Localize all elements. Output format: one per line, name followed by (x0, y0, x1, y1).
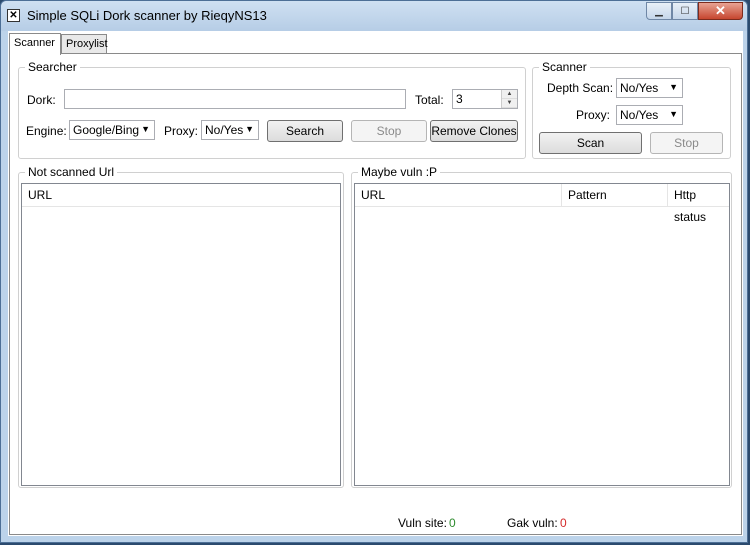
scanner-proxy-value: No/Yes (620, 108, 659, 122)
client-area: Scanner Proxylist Searcher Dork: Total: … (8, 31, 743, 536)
column-header-pattern[interactable]: Pattern (562, 184, 668, 206)
searcher-legend: Searcher (25, 60, 80, 74)
search-button[interactable]: Search (267, 120, 343, 142)
dork-input[interactable] (64, 89, 406, 109)
tab-proxylist[interactable]: Proxylist (61, 34, 108, 54)
searcher-group: Searcher Dork: Total: 3 ▲ ▼ Engine: Goog… (18, 60, 526, 159)
not-scanned-group: Not scanned Url URL (18, 165, 344, 488)
search-stop-button[interactable]: Stop (351, 120, 427, 142)
gak-vuln-count: 0 (560, 516, 567, 530)
spin-down-icon[interactable]: ▼ (502, 99, 517, 108)
window-controls: ▁ ☐ ✕ (646, 2, 743, 20)
total-label: Total: (415, 93, 444, 107)
dork-label: Dork: (27, 93, 56, 107)
proxy-label: Proxy: (164, 124, 199, 138)
not-scanned-list-header: URL (22, 184, 340, 207)
close-icon[interactable]: ✕ (698, 2, 743, 20)
scanner-proxy-select[interactable]: No/Yes ▼ (616, 105, 683, 125)
total-value: 3 (456, 92, 463, 106)
depth-scan-value: No/Yes (620, 81, 659, 95)
total-spinner[interactable]: 3 ▲ ▼ (452, 89, 518, 109)
scan-stop-button[interactable]: Stop (650, 132, 723, 154)
maybe-vuln-list[interactable]: URL Pattern Http status (354, 183, 730, 486)
chevron-down-icon: ▼ (245, 124, 254, 134)
column-header-url[interactable]: URL (355, 184, 562, 206)
engine-label: Engine: (26, 124, 67, 138)
vuln-site-count: 0 (449, 516, 456, 530)
chevron-down-icon: ▼ (669, 82, 678, 92)
depth-scan-label: Depth Scan: (547, 81, 614, 95)
column-header-http-status[interactable]: Http status (668, 184, 729, 224)
title-bar[interactable]: ✕ Simple SQLi Dork scanner by RieqyNS13 … (1, 1, 747, 31)
scanner-proxy-label: Proxy: (576, 108, 611, 122)
remove-clones-button[interactable]: Remove Clones (430, 120, 518, 142)
not-scanned-list[interactable]: URL (21, 183, 341, 486)
scanner-group: Scanner Depth Scan: No/Yes ▼ Proxy: No/Y… (532, 60, 731, 159)
proxy-value: No/Yes (205, 123, 244, 137)
depth-scan-select[interactable]: No/Yes ▼ (616, 78, 683, 98)
not-scanned-legend: Not scanned Url (25, 165, 118, 179)
proxy-select[interactable]: No/Yes ▼ (201, 120, 259, 140)
gak-vuln-label: Gak vuln: (507, 516, 558, 530)
engine-select[interactable]: Google/Bing ▼ (69, 120, 155, 140)
app-window: ✕ Simple SQLi Dork scanner by RieqyNS13 … (0, 0, 748, 543)
scan-button[interactable]: Scan (539, 132, 642, 154)
chevron-down-icon: ▼ (141, 124, 150, 134)
spinner-buttons[interactable]: ▲ ▼ (501, 90, 517, 108)
scanner-legend: Scanner (539, 60, 590, 74)
app-icon: ✕ (7, 9, 20, 22)
window-title: Simple SQLi Dork scanner by RieqyNS13 (27, 8, 267, 23)
scanner-tab-panel: Searcher Dork: Total: 3 ▲ ▼ Engine: Goog… (9, 53, 742, 535)
engine-value: Google/Bing (73, 123, 140, 137)
maximize-icon[interactable]: ☐ (672, 2, 698, 20)
tab-scanner[interactable]: Scanner (9, 33, 61, 55)
maybe-vuln-legend: Maybe vuln :P (358, 165, 441, 179)
minimize-icon[interactable]: ▁ (646, 2, 672, 20)
spin-up-icon[interactable]: ▲ (502, 90, 517, 99)
column-header-url[interactable]: URL (22, 184, 340, 206)
chevron-down-icon: ▼ (669, 109, 678, 119)
maybe-vuln-group: Maybe vuln :P URL Pattern Http status (351, 165, 732, 488)
maybe-vuln-list-header: URL Pattern Http status (355, 184, 729, 224)
vuln-site-label: Vuln site: (398, 516, 447, 530)
